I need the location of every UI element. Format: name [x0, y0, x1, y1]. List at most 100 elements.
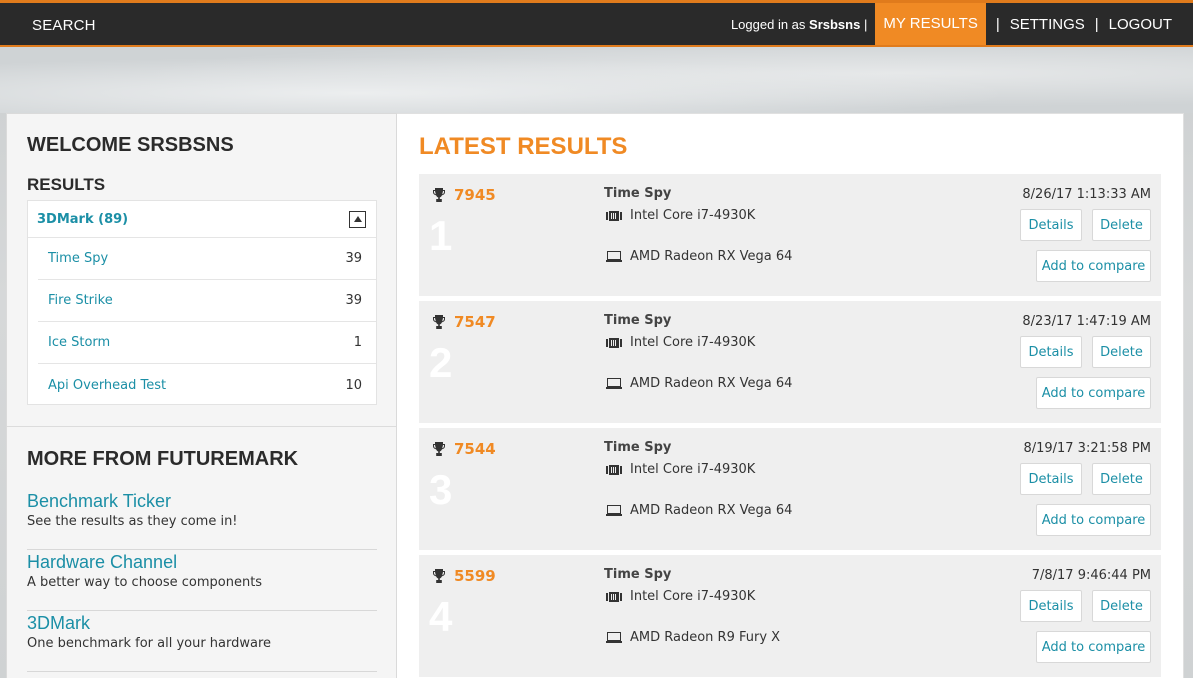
result-test-name: Time Spy — [604, 440, 672, 455]
delete-button[interactable]: Delete — [1092, 209, 1151, 241]
result-cpu: Intel Core i7-4930K — [606, 462, 755, 477]
logout-link[interactable]: LOGOUT — [1109, 16, 1172, 33]
result-score[interactable]: 7547 — [454, 313, 496, 331]
my-results-link[interactable]: MY RESULTS — [875, 3, 986, 45]
result-date: 8/19/17 3:21:58 PM — [1023, 441, 1151, 456]
add-to-compare-button[interactable]: Add to compare — [1036, 631, 1151, 663]
nav-separator: | — [1094, 15, 1099, 33]
result-date: 7/8/17 9:46:44 PM — [1031, 568, 1151, 583]
hero-background — [0, 47, 1193, 113]
nav-separator: | — [995, 15, 1000, 33]
delete-button[interactable]: Delete — [1092, 590, 1151, 622]
hardware-channel-link[interactable]: Hardware Channel — [27, 552, 377, 573]
results-item-fire-strike[interactable]: Fire Strike 39 — [38, 280, 376, 322]
result-score[interactable]: 7945 — [454, 186, 496, 204]
result-score[interactable]: 5599 — [454, 567, 496, 585]
result-cpu: Intel Core i7-4930K — [606, 335, 755, 350]
delete-button[interactable]: Delete — [1092, 463, 1151, 495]
user-nav: Logged in as Srsbsns | MY RESULTS | SETT… — [731, 3, 1193, 45]
more-heading: MORE FROM FUTUREMARK — [27, 448, 299, 470]
trophy-icon — [433, 442, 445, 456]
result-card: 5599 4 Time Spy Intel Core i7-4930K AMD … — [419, 555, 1161, 677]
page-title: LATEST RESULTS — [419, 133, 628, 160]
results-item-ice-storm[interactable]: Ice Storm 1 — [38, 322, 376, 364]
details-button[interactable]: Details — [1020, 336, 1082, 368]
more-item-desc: A better way to choose components — [27, 575, 263, 590]
cpu-icon — [606, 591, 622, 602]
results-item-label[interactable]: Ice Storm — [48, 335, 110, 350]
settings-link[interactable]: SETTINGS — [1010, 16, 1085, 33]
latest-results-panel: LATEST RESULTS 7945 1 Time Spy Intel Cor… — [397, 113, 1184, 678]
more-item: 3DMark One benchmark for all your hardwa… — [27, 611, 377, 672]
sidebar: WELCOME SRSBSNS RESULTS 3DMark (89) Time… — [6, 113, 397, 678]
logged-in-status: Logged in as Srsbsns | — [731, 17, 867, 32]
gpu-label: AMD Radeon RX Vega 64 — [630, 503, 793, 518]
gpu-label: AMD Radeon RX Vega 64 — [630, 376, 793, 391]
results-item-label[interactable]: Fire Strike — [48, 293, 113, 308]
add-to-compare-button[interactable]: Add to compare — [1036, 377, 1151, 409]
search-link[interactable]: SEARCH — [32, 17, 96, 34]
3dmark-link[interactable]: 3DMark — [27, 613, 377, 634]
add-to-compare-button[interactable]: Add to compare — [1036, 504, 1151, 536]
result-cpu: Intel Core i7-4930K — [606, 589, 755, 604]
details-button[interactable]: Details — [1020, 209, 1082, 241]
logged-in-prefix: Logged in as — [730, 16, 806, 32]
result-test-name: Time Spy — [604, 186, 672, 201]
cpu-label: Intel Core i7-4930K — [630, 462, 756, 477]
result-card: 7945 1 Time Spy Intel Core i7-4930K AMD … — [419, 174, 1161, 296]
results-item-label[interactable]: Api Overhead Test — [48, 378, 166, 393]
cpu-icon — [606, 210, 622, 221]
gpu-label: AMD Radeon RX Vega 64 — [630, 249, 793, 264]
more-item-desc: One benchmark for all your hardware — [27, 636, 272, 651]
result-date: 8/23/17 1:47:19 AM — [1022, 314, 1151, 329]
trophy-icon — [433, 569, 445, 583]
result-rank: 3 — [429, 466, 453, 513]
trophy-icon — [433, 315, 445, 329]
gpu-icon — [606, 251, 622, 262]
result-gpu: AMD Radeon RX Vega 64 — [606, 376, 792, 391]
cpu-label: Intel Core i7-4930K — [630, 208, 756, 223]
results-group-header[interactable]: 3DMark (89) — [28, 201, 376, 238]
result-rank: 1 — [429, 212, 453, 259]
trophy-icon — [433, 188, 445, 202]
top-nav-bar: SEARCH Logged in as Srsbsns | MY RESULTS… — [0, 0, 1193, 47]
benchmark-ticker-link[interactable]: Benchmark Ticker — [27, 491, 377, 512]
gpu-label: AMD Radeon R9 Fury X — [630, 630, 781, 645]
results-item-time-spy[interactable]: Time Spy 39 — [38, 238, 376, 280]
result-test-name: Time Spy — [604, 313, 672, 328]
result-test-name: Time Spy — [604, 567, 672, 582]
results-heading: RESULTS — [27, 175, 106, 194]
username: Srsbsns — [809, 16, 861, 32]
results-group-label[interactable]: 3DMark (89) — [37, 212, 128, 227]
details-button[interactable]: Details — [1020, 590, 1082, 622]
results-item-count: 1 — [353, 335, 362, 350]
more-links: Benchmark Ticker See the results as they… — [27, 489, 377, 672]
result-card: 7544 3 Time Spy Intel Core i7-4930K AMD … — [419, 428, 1161, 550]
results-item-label[interactable]: Time Spy — [48, 251, 108, 266]
more-item: Benchmark Ticker See the results as they… — [27, 489, 377, 550]
cpu-label: Intel Core i7-4930K — [630, 335, 756, 350]
result-gpu: AMD Radeon R9 Fury X — [606, 630, 780, 645]
cpu-label: Intel Core i7-4930K — [630, 589, 756, 604]
result-rank: 4 — [429, 593, 453, 640]
gpu-icon — [606, 632, 622, 643]
results-list: 3DMark (89) Time Spy 39 Fire Strike 39 I… — [27, 200, 377, 405]
result-cpu: Intel Core i7-4930K — [606, 208, 755, 223]
gpu-icon — [606, 505, 622, 516]
details-button[interactable]: Details — [1020, 463, 1082, 495]
result-gpu: AMD Radeon RX Vega 64 — [606, 503, 792, 518]
results-item-count: 39 — [345, 293, 362, 308]
results-item-count: 10 — [345, 377, 362, 393]
sidebar-divider — [7, 426, 396, 427]
collapse-icon[interactable] — [349, 210, 366, 228]
result-score[interactable]: 7544 — [454, 440, 496, 458]
delete-button[interactable]: Delete — [1092, 336, 1151, 368]
logged-in-separator: | — [863, 16, 868, 32]
cpu-icon — [606, 337, 622, 348]
result-date: 8/26/17 1:13:33 AM — [1022, 187, 1151, 202]
result-rank: 2 — [429, 339, 453, 386]
more-item-desc: See the results as they come in! — [27, 514, 238, 529]
results-item-count: 39 — [345, 251, 362, 266]
add-to-compare-button[interactable]: Add to compare — [1036, 250, 1151, 282]
results-item-api-overhead[interactable]: Api Overhead Test 10 — [38, 364, 376, 406]
